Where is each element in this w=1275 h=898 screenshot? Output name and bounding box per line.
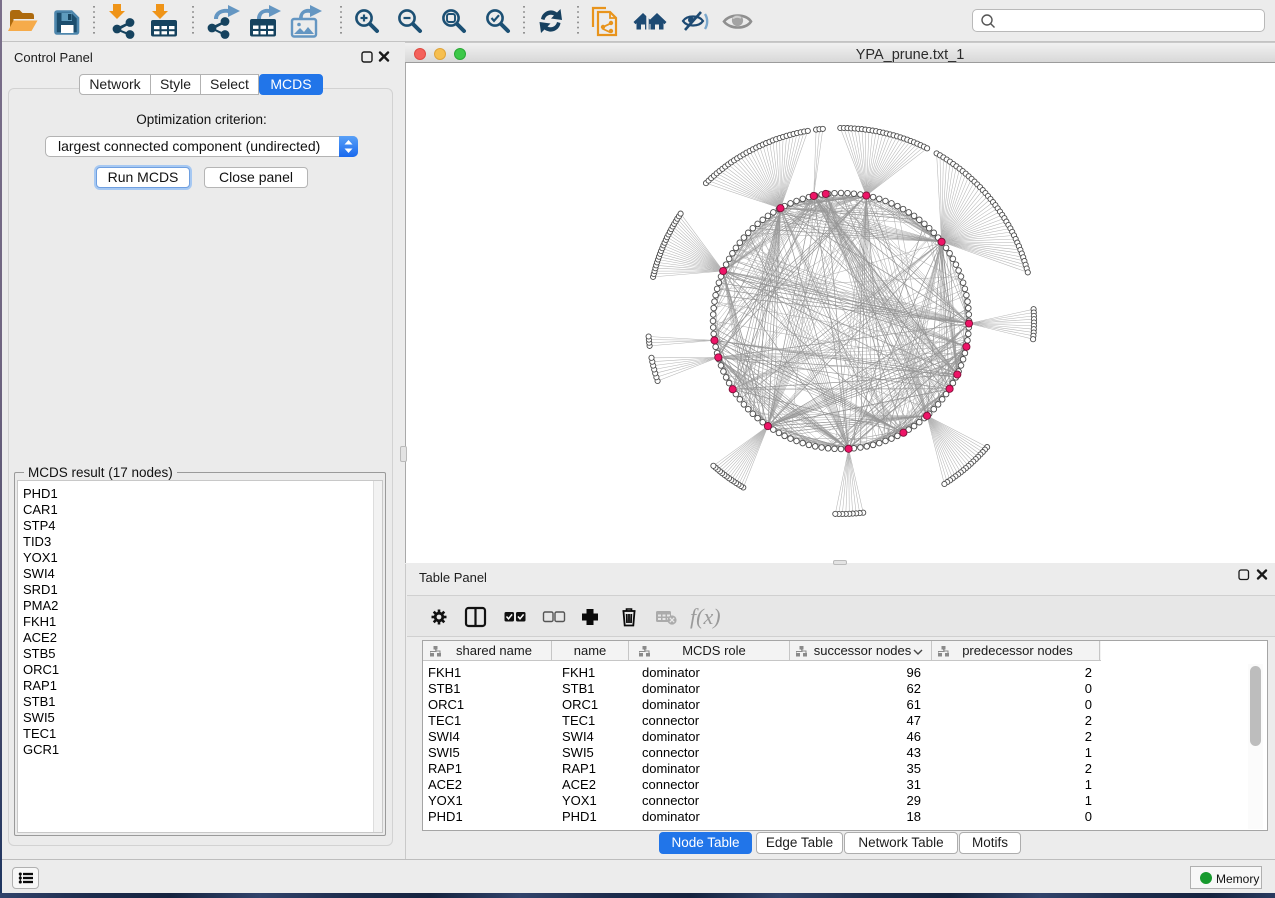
svg-text:f(x): f(x) — [690, 604, 721, 629]
